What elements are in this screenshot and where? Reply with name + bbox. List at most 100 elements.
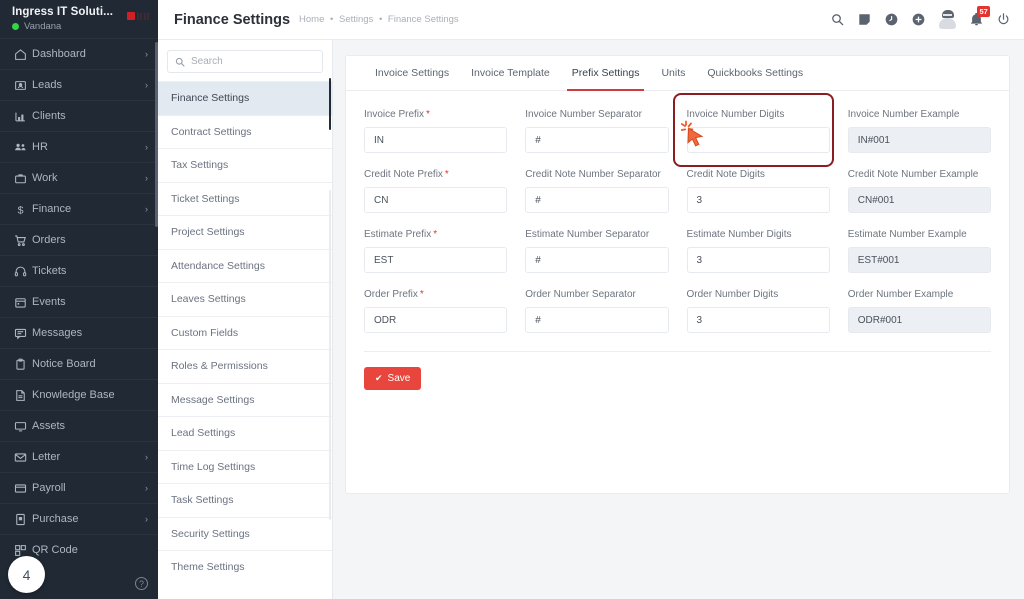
sidebar-item-label: Assets	[32, 420, 66, 432]
sidebar-item-clients[interactable]: Clients	[0, 100, 158, 131]
tab-prefix-settings[interactable]: Prefix Settings	[561, 56, 651, 91]
settings-item-contract-settings[interactable]: Contract Settings	[158, 114, 332, 149]
field-estimate-number-example: Estimate Number Example	[847, 229, 991, 273]
settings-item-roles-permissions[interactable]: Roles & Permissions	[158, 349, 332, 383]
content-row: Finance SettingsContract SettingsTax Set…	[158, 40, 1024, 599]
input-invoice-number-separator[interactable]	[525, 127, 669, 153]
breadcrumb-home[interactable]: Home	[299, 14, 324, 25]
sidebar-item-dashboard[interactable]: Dashboard ›	[0, 38, 158, 69]
input-order-prefix[interactable]	[364, 307, 508, 333]
qr-icon	[14, 543, 32, 557]
input-estimate-prefix[interactable]	[364, 247, 508, 273]
bell-icon[interactable]: 57	[970, 6, 991, 26]
settings-item-tax-settings[interactable]: Tax Settings	[158, 148, 332, 182]
breadcrumb-sep-2: •	[378, 14, 383, 25]
settings-scrollbar-thumb[interactable]	[328, 78, 331, 130]
breadcrumb-settings[interactable]: Settings	[339, 14, 373, 25]
power-icon[interactable]	[997, 13, 1010, 26]
plus-circle-icon[interactable]	[912, 13, 925, 26]
sidebar-item-notice-board[interactable]: Notice Board	[0, 348, 158, 379]
tab-invoice-settings[interactable]: Invoice Settings	[364, 56, 460, 90]
sidebar-item-messages[interactable]: Messages	[0, 317, 158, 348]
settings-search-box[interactable]	[167, 50, 323, 73]
sidebar-item-hr[interactable]: HR ›	[0, 131, 158, 162]
sidebar-item-orders[interactable]: Orders	[0, 224, 158, 255]
sidebar-item-label: Tickets	[32, 265, 67, 277]
settings-item-task-settings[interactable]: Task Settings	[158, 483, 332, 517]
settings-item-message-settings[interactable]: Message Settings	[158, 382, 332, 417]
settings-item-attendance-settings[interactable]: Attendance Settings	[158, 248, 332, 283]
settings-item-security-settings[interactable]: Security Settings	[158, 516, 332, 551]
settings-item-leaves-settings[interactable]: Leaves Settings	[158, 282, 332, 316]
note-icon[interactable]	[858, 13, 871, 26]
input-order-number-separator[interactable]	[525, 307, 669, 333]
field-credit-note-number-separator: Credit Note Number Separator	[525, 169, 669, 213]
field-label-invoice-number-digits: Invoice Number Digits	[686, 109, 785, 120]
sidebar-item-payroll[interactable]: Payroll ›	[0, 472, 158, 503]
book-icon	[14, 388, 32, 402]
onboarding-step-badge[interactable]: 4	[8, 556, 45, 593]
sidebar-item-label: Payroll	[32, 482, 66, 494]
clients-icon	[14, 109, 32, 123]
input-credit-note-prefix[interactable]	[364, 187, 508, 213]
settings-item-theme-settings[interactable]: Theme Settings	[158, 550, 332, 584]
input-credit-note-number-separator[interactable]	[525, 187, 669, 213]
work-icon	[14, 171, 32, 185]
field-label-order-prefix: Order Prefix *	[364, 289, 424, 300]
purchase-icon	[14, 512, 32, 526]
sidebar-item-work[interactable]: Work ›	[0, 162, 158, 193]
input-estimate-number-separator[interactable]	[525, 247, 669, 273]
settings-item-custom-fields[interactable]: Custom Fields	[158, 315, 332, 350]
cart-icon	[14, 233, 32, 247]
user-name: Vandana	[24, 21, 62, 32]
input-estimate-number-digits[interactable]	[686, 247, 830, 273]
settings-item-ticket-settings[interactable]: Ticket Settings	[158, 181, 332, 216]
settings-item-finance-settings[interactable]: Finance Settings	[158, 81, 332, 115]
field-label-credit-note-number-example: Credit Note Number Example	[847, 169, 979, 180]
settings-item-lead-settings[interactable]: Lead Settings	[158, 416, 332, 450]
settings-list: Finance Settings Contract Settings Tax Set…	[158, 81, 332, 584]
clock-icon[interactable]	[885, 13, 898, 26]
sidebar-item-tickets[interactable]: Tickets	[0, 255, 158, 286]
chevron-right-icon: ›	[145, 172, 148, 183]
tab-quickbooks-settings[interactable]: Quickbooks Settings	[696, 56, 814, 90]
top-bar-icons: 57	[831, 6, 1010, 29]
settings-search-input[interactable]	[191, 56, 315, 67]
dollar-icon: $	[14, 202, 32, 216]
settings-scrollbar-track[interactable]	[328, 190, 331, 520]
input-credit-note-digits[interactable]	[686, 187, 830, 213]
save-row: ✔ Save	[346, 352, 1009, 390]
field-credit-note-digits: Credit Note Digits	[686, 169, 830, 213]
input-order-number-digits[interactable]	[686, 307, 830, 333]
input-invoice-prefix[interactable]	[364, 127, 508, 153]
sidebar-item-label: HR	[32, 141, 48, 153]
settings-nav-column: Finance SettingsContract SettingsTax Set…	[158, 40, 333, 599]
breadcrumb-current: Finance Settings	[387, 14, 459, 25]
sidebar-item-events[interactable]: Events	[0, 286, 158, 317]
breadcrumb-sep-1: •	[330, 14, 334, 25]
sidebar-item-purchase[interactable]: Purchase ›	[0, 503, 158, 534]
tab-invoice-template[interactable]: Invoice Template	[460, 56, 561, 90]
sidebar-item-letter[interactable]: Letter ›	[0, 441, 158, 472]
save-button[interactable]: ✔ Save	[364, 367, 422, 390]
sidebar-item-assets[interactable]: Assets	[0, 410, 158, 441]
app-root: Ingress IT Soluti... Vandana Dashboard › L…	[0, 0, 1024, 599]
field-order-number-separator: Order Number Separator	[525, 289, 669, 333]
field-order-prefix: Order Prefix *	[364, 289, 508, 333]
field-invoice-prefix: Invoice Prefix *	[364, 109, 508, 153]
settings-item-time-log-settings[interactable]: Time Log Settings	[158, 449, 332, 484]
field-label-order-number-digits: Order Number Digits	[686, 289, 779, 300]
search-icon[interactable]	[831, 13, 844, 26]
sidebar-item-leads[interactable]: Leads ›	[0, 69, 158, 100]
input-invoice-number-digits[interactable]	[686, 127, 830, 153]
avatar[interactable]	[939, 10, 956, 29]
tab-units[interactable]: Units	[650, 56, 696, 90]
field-label-estimate-prefix: Estimate Prefix *	[364, 229, 438, 240]
chevron-right-icon: ›	[145, 513, 148, 524]
help-icon[interactable]: ?	[135, 577, 148, 590]
sidebar-item-knowledge-base[interactable]: Knowledge Base	[0, 379, 158, 410]
brand-header[interactable]: Ingress IT Soluti... Vandana	[0, 0, 158, 38]
sidebar-item-label: Letter	[32, 451, 61, 463]
settings-item-project-settings[interactable]: Project Settings	[158, 215, 332, 249]
sidebar-item-finance[interactable]: $ Finance ›	[0, 193, 158, 224]
